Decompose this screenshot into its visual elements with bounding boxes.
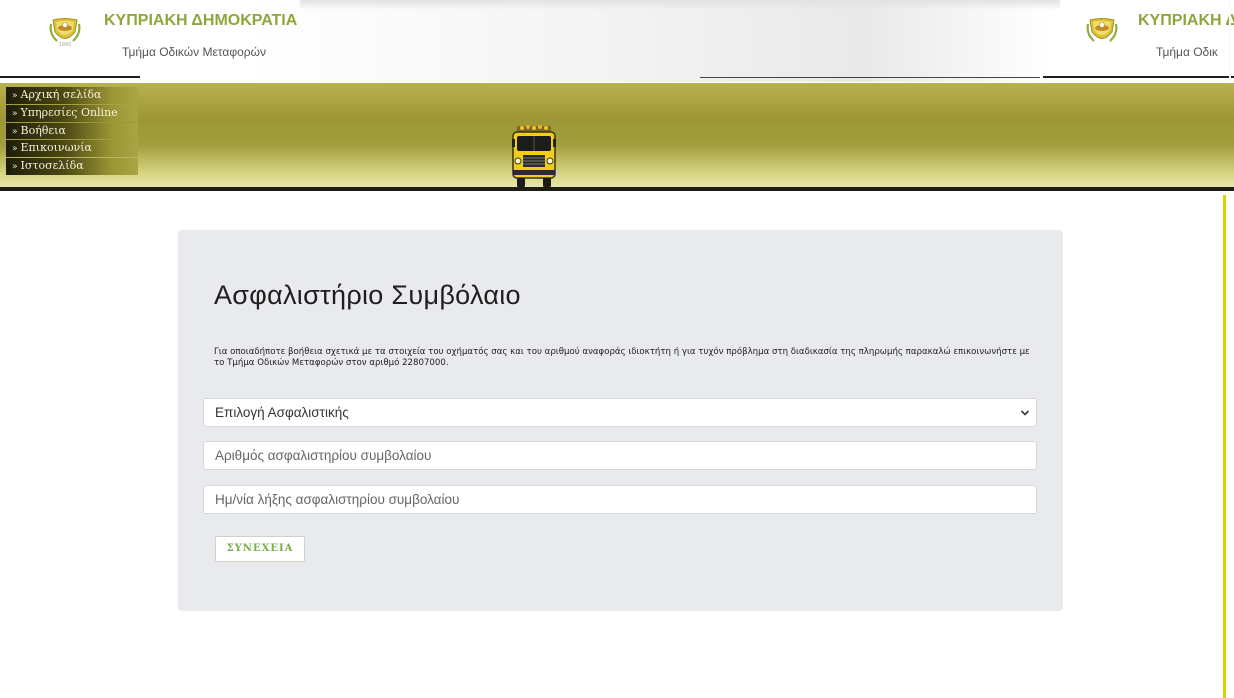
window-edge	[1229, 0, 1231, 82]
header-divider	[1043, 76, 1234, 78]
raquo-icon: »	[12, 126, 18, 137]
continue-button[interactable]: ΣΥΝΕΧΕΙΑ	[215, 536, 305, 562]
brand-title: ΚΥΠΡΙΑΚΗ ΔΗΜΟΚΡΑΤΙΑ	[104, 12, 298, 29]
bus-front-icon	[512, 125, 556, 187]
brand-title-truncated: ΚΥΠΡΙΑΚΗ Δ	[1138, 12, 1234, 29]
insurer-select[interactable]: Επιλογή Ασφαλιστικής	[203, 398, 1037, 427]
header-divider	[0, 76, 140, 78]
site-header: 1960 ΚΥΠΡΙΑΚΗ ΔΗΜΟΚΡΑΤΙΑ Τμήμα Οδικών Με…	[0, 0, 1234, 82]
nav-item-home[interactable]: » Αρχική σελίδα	[6, 87, 138, 104]
brand-subtitle-truncated: Τμήμα Οδικ	[1156, 45, 1218, 59]
nav-item-label: Αρχική σελίδα	[20, 88, 102, 101]
header-shadow	[300, 0, 1060, 10]
cyprus-coat-of-arms-icon	[1086, 18, 1118, 42]
side-nav: » Αρχική σελίδα » Υπηρεσίες Online » Βοήθει…	[6, 87, 138, 176]
banner	[0, 83, 1234, 187]
policy-number-field	[203, 441, 1037, 470]
nav-item-label: Βοήθεια	[20, 123, 66, 137]
insurer-select-value: Επιλογή Ασφαλιστικής	[215, 405, 349, 420]
svg-text:1960: 1960	[59, 42, 72, 48]
nav-item-label: Ιστοσελίδα	[20, 159, 84, 173]
nav-item-contact[interactable]: » Επικοινωνία	[6, 140, 138, 158]
chevron-down-icon	[1020, 410, 1030, 416]
nav-item-website[interactable]: » Ιστοσελίδα	[6, 158, 138, 175]
nav-item-label: Υπηρεσίες Online	[20, 105, 118, 119]
cyprus-coat-of-arms-icon: 1960	[49, 18, 81, 48]
help-text: Για οποιαδήποτε βοήθεια σχετικά με τα στ…	[214, 347, 1030, 368]
page-title: Ασφαλιστήριο Συμβόλαιο	[214, 280, 521, 310]
brand-subtitle: Τμήμα Οδικών Μεταφορών	[122, 45, 266, 59]
expiry-date-field	[203, 485, 1037, 514]
raquo-icon: »	[12, 144, 18, 155]
banner-border	[0, 187, 1234, 191]
nav-item-label: Επικοινωνία	[20, 141, 92, 155]
policy-number-input[interactable]	[215, 442, 1025, 469]
nav-item-help[interactable]: » Βοήθεια	[6, 122, 138, 140]
raquo-icon: »	[12, 162, 18, 173]
nav-item-online-services[interactable]: » Υπηρεσίες Online	[6, 104, 138, 122]
insurance-form-card: Ασφαλιστήριο Συμβόλαιο Για οποιαδήποτε β…	[178, 230, 1063, 611]
raquo-icon: »	[12, 108, 18, 119]
raquo-icon: »	[12, 91, 18, 101]
page-edge-accent	[1223, 195, 1226, 698]
header-divider	[700, 77, 1040, 78]
expiry-date-input[interactable]	[215, 486, 1025, 513]
